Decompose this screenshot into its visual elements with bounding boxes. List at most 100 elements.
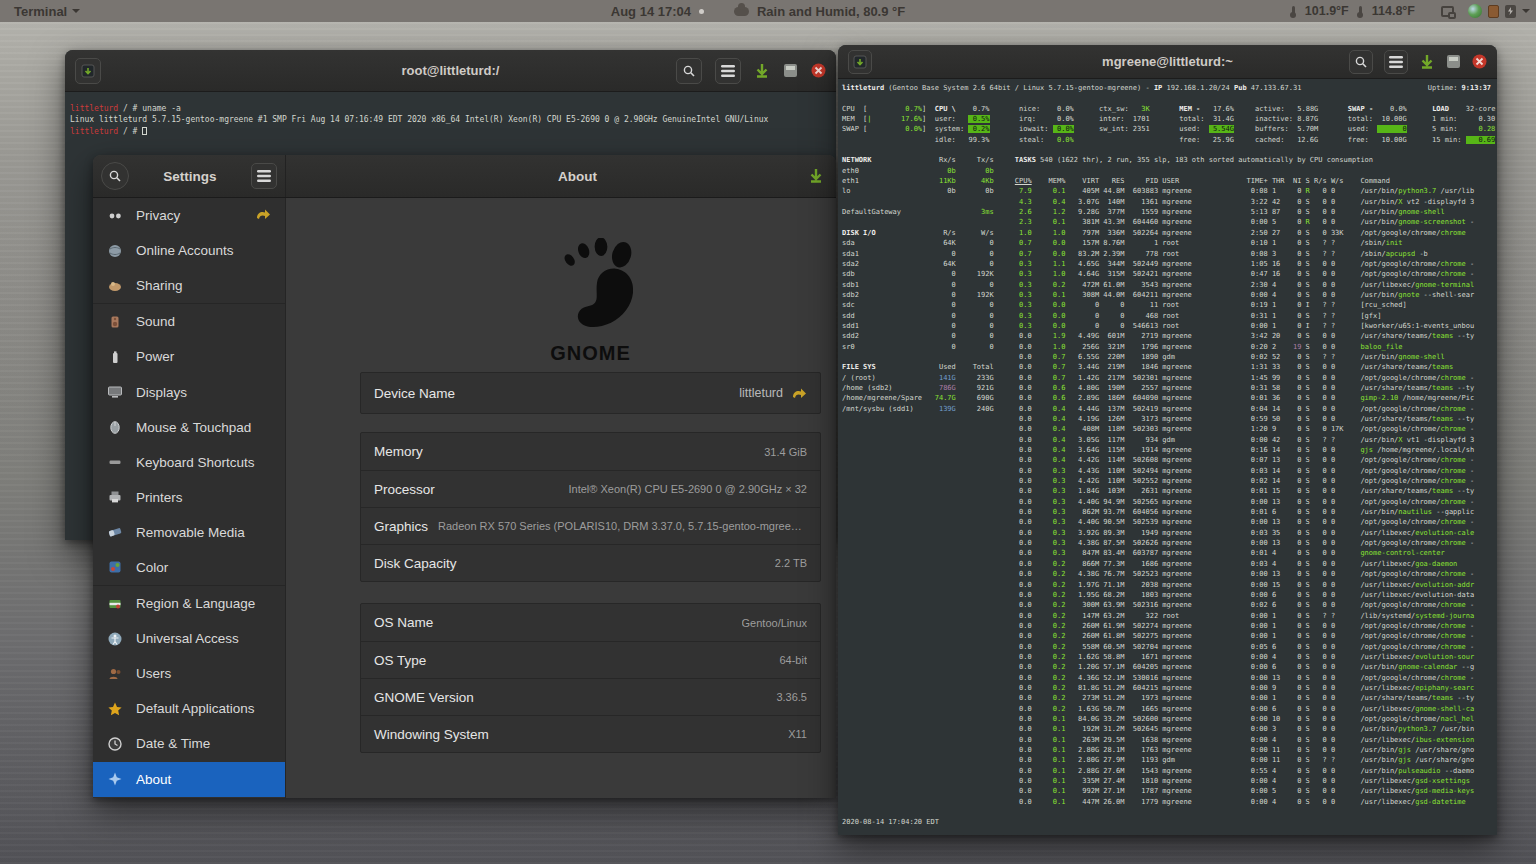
sidebar-item-label: Region & Language: [136, 596, 285, 611]
default-apps-icon: [107, 701, 123, 717]
terminal-window-glances: mgreene@littleturd:~ littleturd (Gentoo …: [838, 45, 1497, 835]
clock[interactable]: Aug 14 17:04: [611, 4, 691, 19]
sidebar-item-mouse-touchpad[interactable]: Mouse & Touchpad: [93, 410, 285, 445]
weather-icon: [734, 7, 749, 16]
device-name-row[interactable]: Device Namelittleturd: [361, 373, 820, 413]
terminal1-window-icon[interactable]: [783, 63, 798, 78]
about-row: GNOME Version3.36.5: [361, 678, 820, 715]
sidebar-item-users[interactable]: Users: [93, 656, 285, 691]
sidebar-item-date-time[interactable]: Date & Time: [93, 726, 285, 761]
weather-text: Rain and Humid, 80.9 °F: [757, 4, 905, 19]
settings-headerbar[interactable]: Settings About: [93, 155, 836, 198]
redirect-arrow-icon: [255, 206, 271, 225]
settings-sidebar: Privacy Online Accounts Sharing Sound Power D…: [93, 198, 286, 798]
terminal2-window-icon[interactable]: [1446, 54, 1461, 69]
terminal2-content[interactable]: littleturd (Gentoo Base System 2.6 64bit…: [838, 79, 1497, 835]
sidebar-item-label: Sharing: [136, 278, 285, 293]
users-icon: [107, 666, 123, 682]
top-bar: Terminal Aug 14 17:04 Rain and Humid, 80…: [0, 0, 1536, 22]
terminal2-search-button[interactable]: [1349, 50, 1373, 74]
temp-2: 114.8°F: [1372, 4, 1415, 18]
about-row: ProcessorIntel® Xeon(R) CPU E5-2690 0 @ …: [361, 470, 820, 507]
settings-title: Settings: [129, 169, 251, 184]
sharing-icon: [107, 278, 123, 294]
sidebar-item-label: Users: [136, 666, 285, 681]
os-info-group: OS NameGentoo/LinuxOS Type64-bitGNOME Ve…: [360, 603, 821, 753]
thermometer-icon-2: [1359, 6, 1362, 17]
about-row: Windowing SystemX11: [361, 715, 820, 752]
terminal2-download-icon[interactable]: [1419, 54, 1435, 70]
sidebar-item-label: Power: [136, 349, 285, 364]
ups-icon[interactable]: [1488, 5, 1499, 18]
sidebar-item-online-accounts[interactable]: Online Accounts: [93, 233, 285, 268]
sidebar-item-universal-access[interactable]: Universal Access: [93, 621, 285, 656]
terminal1-menu-button[interactable]: [715, 58, 741, 84]
sidebar-item-label: Universal Access: [136, 631, 285, 646]
hardware-info-group: Memory31.4 GiBProcessorIntel® Xeon(R) CP…: [360, 432, 821, 582]
privacy-icon: [107, 208, 123, 224]
displays-icon: [107, 384, 123, 400]
device-name-group: Device Namelittleturd: [360, 372, 821, 414]
sidebar-item-removable-media[interactable]: Removable Media: [93, 515, 285, 550]
notification-dot: [699, 9, 704, 14]
about-row: OS NameGentoo/Linux: [361, 604, 820, 641]
terminal2-close-button[interactable]: [1472, 54, 1487, 69]
sidebar-item-label: Online Accounts: [136, 243, 285, 258]
gnome-logo: GNOME: [360, 238, 821, 365]
sidebar-item-privacy[interactable]: Privacy: [93, 198, 285, 233]
terminal2-titlebar[interactable]: mgreene@littleturd:~: [838, 45, 1497, 79]
settings-page-title: About: [287, 169, 808, 184]
system-menu-caret[interactable]: [1522, 9, 1530, 13]
settings-window: Settings About Privacy Online Accounts Sha…: [93, 155, 836, 798]
region-icon: [107, 596, 123, 612]
settings-about-panel: GNOME Device Namelittleturd Memory31.4 G…: [287, 198, 836, 798]
sidebar-item-label: Default Applications: [136, 701, 285, 716]
sidebar-item-power[interactable]: Power: [93, 339, 285, 374]
settings-search-button[interactable]: [101, 162, 129, 190]
sidebar-item-label: Displays: [136, 385, 285, 400]
terminal1-close-button[interactable]: [811, 63, 826, 78]
sidebar-item-sound[interactable]: Sound: [93, 304, 285, 339]
about-icon: [107, 771, 123, 787]
about-row: OS Type64-bit: [361, 641, 820, 678]
terminal1-download-icon[interactable]: [754, 63, 770, 79]
sidebar-item-label: Keyboard Shortcuts: [136, 455, 285, 470]
about-row: GraphicsRadeon RX 570 Series (POLARIS10,…: [361, 507, 820, 544]
sidebar-item-label: Color: [136, 560, 285, 575]
removable-media-icon: [107, 524, 123, 540]
temp-1: 101.9°F: [1305, 4, 1349, 18]
terminal1-search-button[interactable]: [676, 58, 702, 84]
sidebar-item-label: Removable Media: [136, 525, 285, 540]
sidebar-item-displays[interactable]: Displays: [93, 374, 285, 409]
network-globe-icon[interactable]: [1468, 4, 1482, 18]
keyboard-icon: [107, 454, 123, 470]
gnome-logo-text: GNOME: [360, 342, 821, 365]
printers-icon: [107, 489, 123, 505]
battery-icon[interactable]: [1505, 5, 1516, 18]
sidebar-item-label: Sound: [136, 314, 285, 329]
sidebar-item-default-applications[interactable]: Default Applications: [93, 691, 285, 726]
sidebar-item-label: About: [136, 772, 285, 787]
power-icon: [107, 349, 123, 365]
sidebar-item-printers[interactable]: Printers: [93, 480, 285, 515]
workspace-icon[interactable]: [1441, 6, 1454, 17]
sidebar-item-keyboard-shortcuts[interactable]: Keyboard Shortcuts: [93, 445, 285, 480]
sidebar-item-region-language[interactable]: Region & Language: [93, 586, 285, 621]
sidebar-item-sharing[interactable]: Sharing: [93, 268, 285, 303]
about-row: Disk Capacity2.2 TB: [361, 544, 820, 581]
sidebar-item-color[interactable]: Color: [93, 550, 285, 585]
thermometer-icon: [1292, 6, 1295, 17]
settings-menu-button[interactable]: [251, 163, 277, 189]
sidebar-item-label: Mouse & Touchpad: [136, 420, 285, 435]
color-icon: [107, 559, 123, 575]
datetime-icon: [107, 736, 123, 752]
sound-icon: [107, 314, 123, 330]
terminal1-titlebar[interactable]: root@littleturd:/: [65, 50, 836, 92]
sidebar-item-label: Date & Time: [136, 736, 285, 751]
about-row: Memory31.4 GiB: [361, 433, 820, 470]
mouse-icon: [107, 419, 123, 435]
terminal2-menu-button[interactable]: [1384, 50, 1408, 74]
sidebar-item-about[interactable]: About: [93, 762, 285, 797]
settings-download-icon[interactable]: [808, 168, 824, 184]
sidebar-item-label: Printers: [136, 490, 285, 505]
